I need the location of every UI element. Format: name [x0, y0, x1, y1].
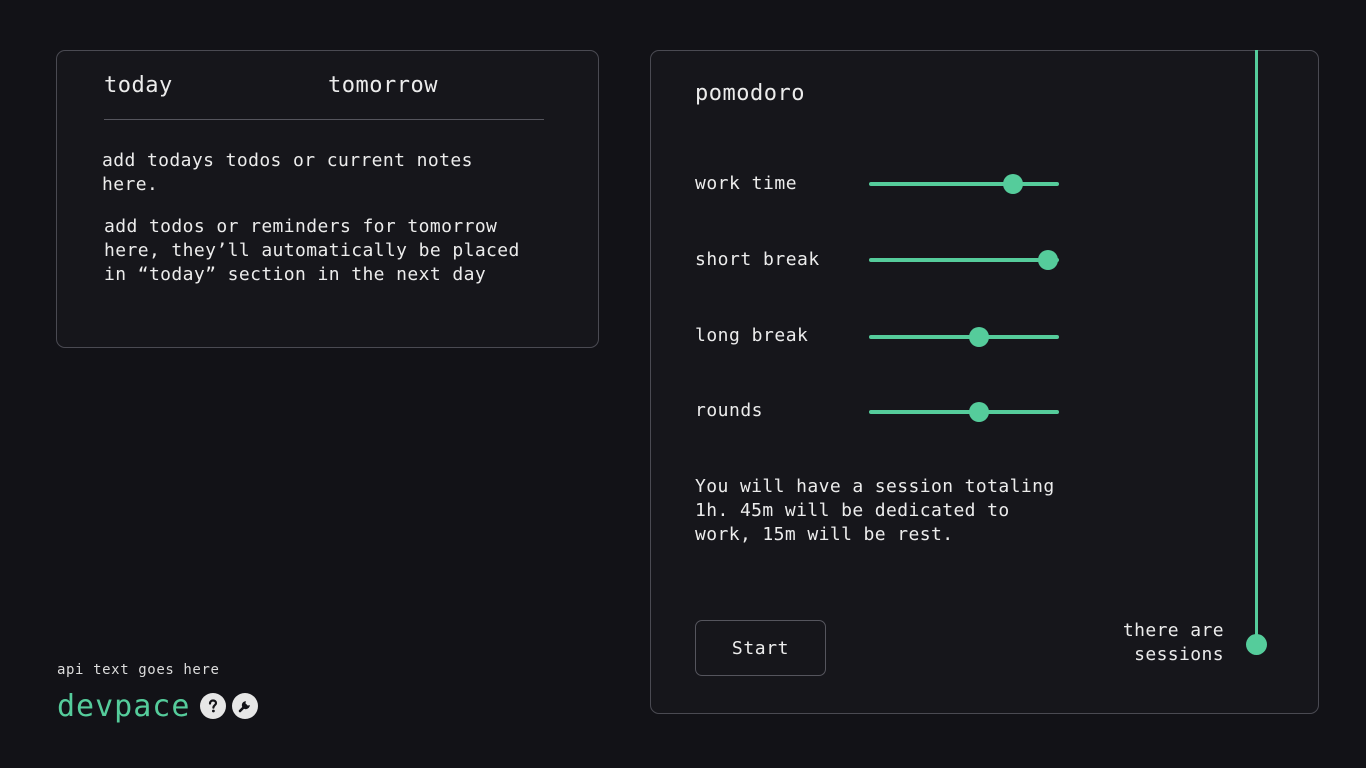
short-break-label: short break: [695, 249, 820, 270]
tab-divider: [104, 119, 544, 120]
tomorrow-notes-input[interactable]: add todos or reminders for tomorrow here…: [104, 215, 534, 287]
work-time-slider[interactable]: [869, 173, 1059, 195]
work-time-label: work time: [695, 173, 798, 194]
tab-tomorrow[interactable]: tomorrow: [328, 73, 438, 98]
start-button[interactable]: Start: [695, 620, 826, 676]
help-icon[interactable]: [200, 693, 227, 719]
wrench-icon[interactable]: [232, 693, 259, 719]
tab-today[interactable]: today: [104, 73, 173, 98]
long-break-slider[interactable]: [869, 326, 1059, 348]
sessions-status: there are sessions: [1122, 620, 1224, 665]
slider-thumb[interactable]: [969, 402, 990, 422]
brand-logo: devpace: [57, 688, 191, 724]
slider-thumb[interactable]: [1037, 250, 1058, 270]
slider-thumb[interactable]: [969, 327, 990, 347]
slider-track: [869, 410, 1059, 414]
pomodoro-title: pomodoro: [695, 81, 805, 106]
api-text: api text goes here: [57, 662, 220, 678]
rounds-label: rounds: [695, 400, 764, 421]
slider-thumb[interactable]: [1003, 174, 1024, 194]
brand: devpace: [57, 686, 259, 726]
slider-track: [869, 335, 1059, 339]
timeline-dot: [1246, 634, 1267, 655]
short-break-slider[interactable]: [869, 249, 1059, 271]
slider-track: [869, 182, 1059, 186]
notes-panel: today tomorrow add todays todos or curre…: [56, 50, 599, 348]
rounds-slider[interactable]: [869, 401, 1059, 423]
pomodoro-panel: pomodoro work time short break long brea…: [650, 50, 1319, 714]
today-notes-input[interactable]: add todays todos or current notes here.: [102, 149, 522, 197]
long-break-label: long break: [695, 325, 809, 346]
sessions-timeline: [1255, 50, 1258, 644]
slider-track: [869, 258, 1059, 262]
session-summary: You will have a session totaling 1h. 45m…: [695, 476, 1055, 545]
